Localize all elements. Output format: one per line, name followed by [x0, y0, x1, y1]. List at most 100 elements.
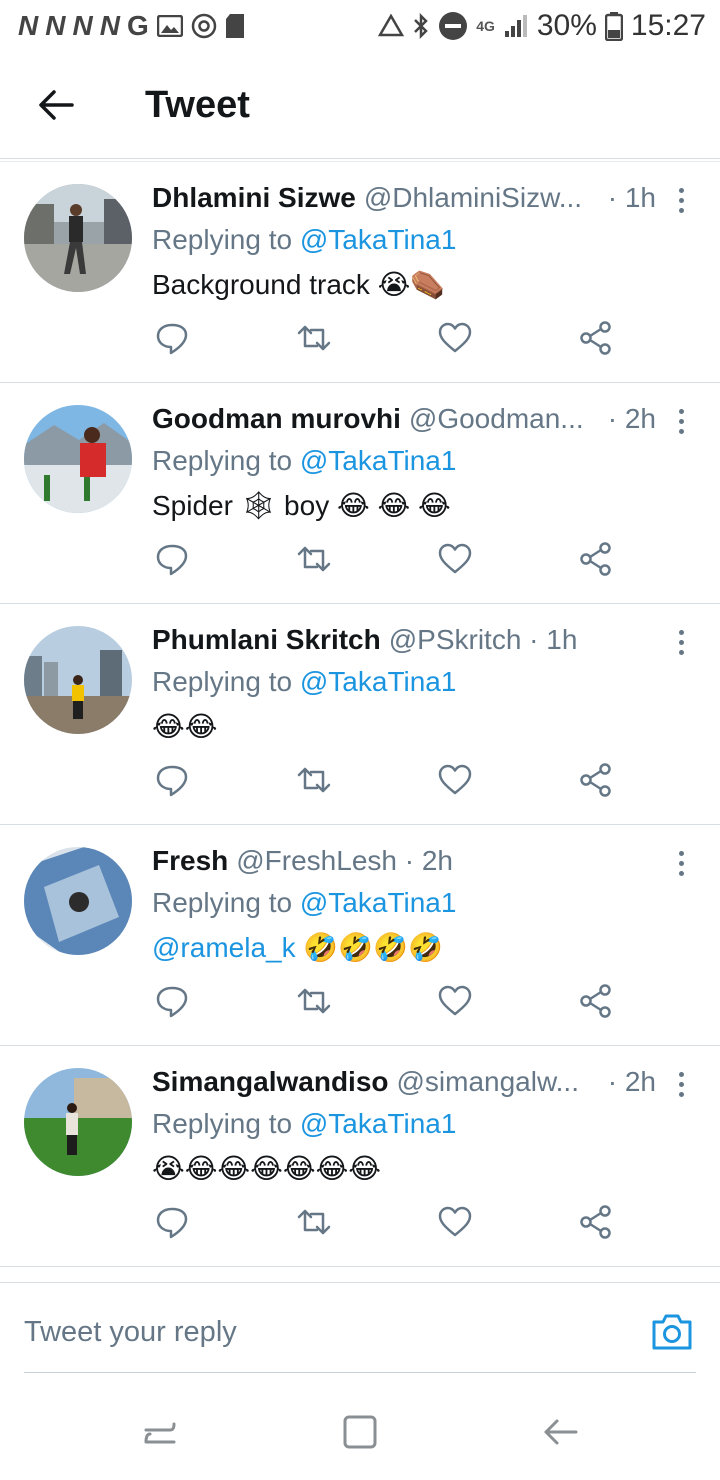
replying-to: Replying to @TakaTina1 [152, 445, 456, 477]
heart-icon [438, 1206, 472, 1237]
share-button[interactable] [578, 762, 614, 798]
more-options-icon[interactable] [676, 1072, 686, 1100]
author-name[interactable]: Goodman murovhi [152, 403, 401, 435]
google-icon: G [126, 10, 149, 41]
replying-to-label: Replying to [152, 1108, 300, 1139]
avatar[interactable] [24, 405, 132, 513]
do-not-disturb-icon [438, 11, 468, 41]
like-button[interactable] [437, 762, 473, 798]
data-saver-icon [378, 14, 405, 38]
tweet-header: Simangalwandiso @simangalw... [152, 1066, 632, 1104]
reply-icon [156, 544, 188, 576]
tweet-text: @ramela_k 🤣🤣🤣🤣 [152, 931, 443, 964]
tweet-actions [154, 762, 614, 802]
camera-button[interactable] [650, 1312, 694, 1352]
system-nav-bar [0, 1392, 720, 1480]
retweet-icon [297, 325, 331, 351]
retweet-button[interactable] [296, 541, 332, 577]
tweet-header: Phumlani Skritch @PSkritch · 1h [152, 624, 632, 662]
reply-button[interactable] [154, 983, 190, 1019]
tweet-actions [154, 1204, 614, 1244]
retweet-button[interactable] [296, 1204, 332, 1240]
body-text: Spider 🕸 boy 😂 😂 😂 [152, 490, 451, 521]
reply-input[interactable]: Tweet your reply [24, 1316, 237, 1349]
author-name[interactable]: Dhlamini Sizwe [152, 182, 356, 214]
page-title: Tweet [145, 84, 250, 126]
author-handle[interactable]: @PSkritch · 1h [389, 624, 578, 656]
author-name[interactable]: Fresh [152, 845, 228, 877]
more-options-icon[interactable] [676, 409, 686, 437]
replying-to-mention[interactable]: @TakaTina1 [300, 1108, 457, 1139]
replying-to-label: Replying to [152, 224, 300, 255]
tweet-reply[interactable]: Goodman murovhi @Goodman... · 2h Replyin… [0, 383, 720, 604]
author-name[interactable]: Phumlani Skritch [152, 624, 381, 656]
bluetooth-icon [412, 12, 430, 40]
arrow-left-icon [544, 1419, 578, 1445]
recents-button[interactable] [140, 1412, 180, 1452]
reply-button[interactable] [154, 762, 190, 798]
tweet-time: · 1h [607, 182, 656, 213]
clock: 15:27 [630, 9, 706, 42]
tweet-time: · 2h [607, 1066, 656, 1097]
heart-icon [438, 322, 472, 353]
replying-to-mention[interactable]: @TakaTina1 [300, 224, 457, 255]
share-button[interactable] [578, 541, 614, 577]
reply-button[interactable] [154, 1204, 190, 1240]
share-button[interactable] [578, 1204, 614, 1240]
more-options-icon[interactable] [676, 851, 686, 879]
replying-to-mention[interactable]: @TakaTina1 [300, 887, 457, 918]
network-type-label: 4G [476, 18, 495, 34]
replying-to-mention[interactable]: @TakaTina1 [300, 666, 457, 697]
share-button[interactable] [578, 983, 614, 1019]
reply-icon [156, 323, 188, 355]
retweet-icon [297, 767, 331, 793]
camera-icon [652, 1314, 692, 1350]
like-button[interactable] [437, 1204, 473, 1240]
avatar[interactable] [24, 184, 132, 292]
body-mention[interactable]: @ramela_k [152, 932, 296, 963]
avatar[interactable] [24, 626, 132, 734]
system-back-button[interactable] [540, 1412, 580, 1452]
replying-to-mention[interactable]: @TakaTina1 [300, 445, 457, 476]
tweet-header: Goodman murovhi @Goodman... [152, 403, 632, 441]
more-options-icon[interactable] [676, 630, 686, 658]
author-handle[interactable]: @Goodman... [409, 403, 584, 435]
author-name[interactable]: Simangalwandiso [152, 1066, 389, 1098]
tweet-reply[interactable]: Fresh @FreshLesh · 2h Replying to @TakaT… [0, 825, 720, 1046]
more-options-icon[interactable] [676, 188, 686, 216]
tweet-actions [154, 983, 614, 1023]
like-button[interactable] [437, 983, 473, 1019]
reply-button[interactable] [154, 320, 190, 356]
avatar[interactable] [24, 847, 132, 955]
author-handle[interactable]: @DhlaminiSizw... [364, 182, 582, 214]
reply-button[interactable] [154, 541, 190, 577]
like-button[interactable] [437, 320, 473, 356]
arrow-left-icon [39, 90, 74, 120]
author-handle[interactable]: @FreshLesh · 2h [236, 845, 453, 877]
tweet-text: Background track 😭⚰️ [152, 268, 445, 301]
tweet-reply[interactable]: Phumlani Skritch @PSkritch · 1h Replying… [0, 604, 720, 825]
tweet-text: 😂😂 [152, 710, 217, 743]
status-bar: N N N N G 4G 30% 15:27 [0, 0, 720, 52]
replying-to: Replying to @TakaTina1 [152, 887, 456, 919]
tweet-reply[interactable]: Dhlamini Sizwe @DhlaminiSizw... · 1h Rep… [0, 162, 720, 383]
author-handle[interactable]: @simangalw... [397, 1066, 580, 1098]
share-button[interactable] [578, 320, 614, 356]
retweet-button[interactable] [296, 762, 332, 798]
avatar[interactable] [24, 1068, 132, 1176]
reply-icon [156, 1207, 188, 1239]
replying-to: Replying to @TakaTina1 [152, 1108, 456, 1140]
share-icon [580, 1205, 611, 1239]
back-button[interactable] [36, 85, 76, 125]
tweet-header: Dhlamini Sizwe @DhlaminiSizw... [152, 182, 632, 220]
share-icon [580, 984, 611, 1018]
like-button[interactable] [437, 541, 473, 577]
header-divider [0, 158, 720, 159]
battery-icon [604, 11, 623, 41]
tweet-actions [154, 541, 614, 581]
tweet-reply[interactable]: Simangalwandiso @simangalw... · 2h Reply… [0, 1046, 720, 1267]
retweet-button[interactable] [296, 983, 332, 1019]
home-button[interactable] [340, 1412, 380, 1452]
retweet-button[interactable] [296, 320, 332, 356]
heart-icon [438, 985, 472, 1016]
